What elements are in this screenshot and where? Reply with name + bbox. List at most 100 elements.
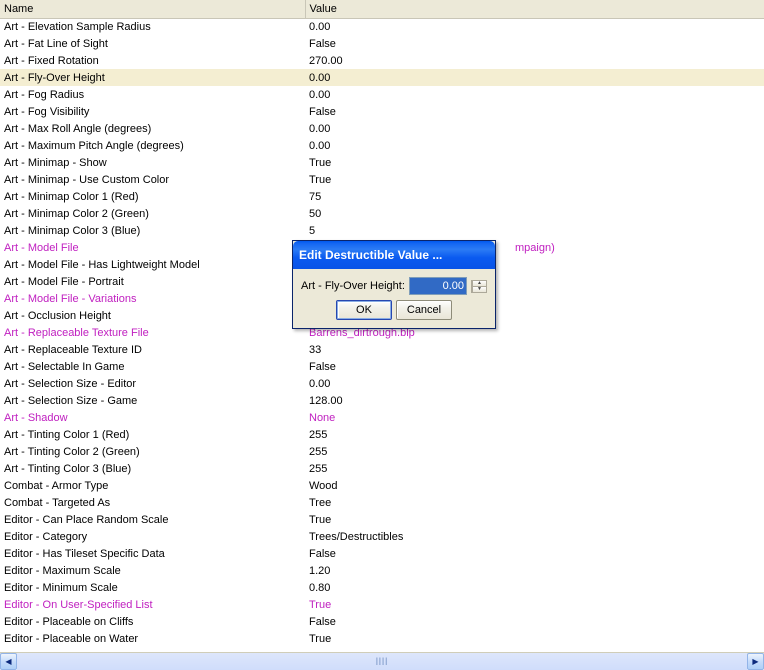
table-row[interactable]: Art - Minimap Color 2 (Green)50 (0, 205, 764, 222)
table-row[interactable]: Art - Minimap - ShowTrue (0, 154, 764, 171)
property-name-cell[interactable]: Editor - Has Tileset Specific Data (0, 545, 305, 562)
table-row[interactable]: Editor - Can Place Random ScaleTrue (0, 511, 764, 528)
table-row[interactable]: Art - Fog VisibilityFalse (0, 103, 764, 120)
property-value-cell[interactable]: 0.00 (305, 120, 764, 137)
value-input[interactable] (410, 278, 466, 294)
spinner-down-button[interactable]: ▼ (472, 286, 487, 293)
property-value-cell[interactable]: False (305, 358, 764, 375)
property-name-cell[interactable]: Editor - Minimum Scale (0, 579, 305, 596)
property-name-cell[interactable]: Art - Minimap Color 3 (Blue) (0, 222, 305, 239)
property-value-cell[interactable]: True (305, 154, 764, 171)
property-name-cell[interactable]: Art - Fat Line of Sight (0, 35, 305, 52)
property-value-cell[interactable]: True (305, 596, 764, 613)
property-name-cell[interactable]: Editor - Maximum Scale (0, 562, 305, 579)
property-value-cell[interactable]: False (305, 103, 764, 120)
table-row[interactable]: Art - Tinting Color 2 (Green)255 (0, 443, 764, 460)
property-name-cell[interactable]: Editor - Placeable on Water (0, 630, 305, 647)
property-name-cell[interactable]: Art - Max Roll Angle (degrees) (0, 120, 305, 137)
property-value-cell[interactable]: 0.00 (305, 86, 764, 103)
table-row[interactable]: Art - Replaceable Texture ID33 (0, 341, 764, 358)
property-name-cell[interactable]: Editor - Category (0, 528, 305, 545)
property-name-cell[interactable]: Art - Model File (0, 239, 305, 256)
property-name-cell[interactable]: Editor - On User-Specified List (0, 596, 305, 613)
column-header-name[interactable]: Name (0, 0, 305, 18)
property-name-cell[interactable]: Art - Replaceable Texture ID (0, 341, 305, 358)
dialog-titlebar[interactable]: Edit Destructible Value ... (293, 241, 495, 269)
table-row[interactable]: Editor - Has Tileset Specific DataFalse (0, 545, 764, 562)
property-value-cell[interactable]: 270.00 (305, 52, 764, 69)
property-name-cell[interactable]: Art - Minimap - Use Custom Color (0, 171, 305, 188)
scroll-left-arrow[interactable]: ◀ (0, 653, 17, 670)
table-row[interactable]: Editor - Maximum Scale1.20 (0, 562, 764, 579)
property-value-cell[interactable]: 128.00 (305, 392, 764, 409)
table-row[interactable]: Art - Minimap Color 1 (Red)75 (0, 188, 764, 205)
table-row[interactable]: Combat - Armor TypeWood (0, 477, 764, 494)
property-value-cell[interactable]: Tree (305, 494, 764, 511)
property-name-cell[interactable]: Art - Model File - Variations (0, 290, 305, 307)
property-value-cell[interactable]: True (305, 511, 764, 528)
property-value-cell[interactable]: 0.00 (305, 69, 764, 86)
property-name-cell[interactable]: Art - Minimap Color 1 (Red) (0, 188, 305, 205)
property-name-cell[interactable]: Art - Fog Radius (0, 86, 305, 103)
table-row[interactable]: Art - Tinting Color 1 (Red)255 (0, 426, 764, 443)
property-name-cell[interactable]: Art - Minimap - Show (0, 154, 305, 171)
property-value-cell[interactable]: Wood (305, 477, 764, 494)
property-value-cell[interactable]: 255 (305, 426, 764, 443)
property-value-cell[interactable]: False (305, 35, 764, 52)
table-row[interactable]: Art - ShadowNone (0, 409, 764, 426)
property-value-cell[interactable]: 0.80 (305, 579, 764, 596)
table-row[interactable]: Art - Fog Radius0.00 (0, 86, 764, 103)
property-value-cell[interactable]: False (305, 545, 764, 562)
property-name-cell[interactable]: Art - Tinting Color 1 (Red) (0, 426, 305, 443)
property-value-cell[interactable]: 0.00 (305, 137, 764, 154)
property-name-cell[interactable]: Art - Maximum Pitch Angle (degrees) (0, 137, 305, 154)
table-row[interactable]: Art - Minimap - Use Custom ColorTrue (0, 171, 764, 188)
property-value-cell[interactable]: False (305, 613, 764, 630)
property-value-cell[interactable]: True (305, 171, 764, 188)
table-row[interactable]: Art - Maximum Pitch Angle (degrees)0.00 (0, 137, 764, 154)
property-value-cell[interactable]: 75 (305, 188, 764, 205)
property-name-cell[interactable]: Art - Model File - Portrait (0, 273, 305, 290)
property-value-cell[interactable]: 1.20 (305, 562, 764, 579)
table-row[interactable]: Editor - On User-Specified ListTrue (0, 596, 764, 613)
property-value-cell[interactable]: 33 (305, 341, 764, 358)
table-row[interactable]: Editor - Placeable on WaterTrue (0, 630, 764, 647)
property-value-cell[interactable]: 5 (305, 222, 764, 239)
property-name-cell[interactable]: Art - Fixed Rotation (0, 52, 305, 69)
property-value-cell[interactable]: Trees/Destructibles (305, 528, 764, 545)
table-row[interactable]: Art - Selection Size - Game128.00 (0, 392, 764, 409)
property-name-cell[interactable]: Combat - Targeted As (0, 494, 305, 511)
table-row[interactable]: Combat - Targeted AsTree (0, 494, 764, 511)
table-row[interactable]: Editor - Placeable on CliffsFalse (0, 613, 764, 630)
property-value-cell[interactable]: None (305, 409, 764, 426)
table-row[interactable]: Editor - Minimum Scale0.80 (0, 579, 764, 596)
property-name-cell[interactable]: Combat - Armor Type (0, 477, 305, 494)
property-name-cell[interactable]: Art - Elevation Sample Radius (0, 18, 305, 35)
table-row[interactable]: Art - Fly-Over Height0.00 (0, 69, 764, 86)
ok-button[interactable]: OK (336, 300, 392, 320)
table-row[interactable]: Art - Max Roll Angle (degrees)0.00 (0, 120, 764, 137)
property-name-cell[interactable]: Editor - Placeable on Cliffs (0, 613, 305, 630)
table-row[interactable]: Art - Tinting Color 3 (Blue)255 (0, 460, 764, 477)
property-name-cell[interactable]: Art - Fog Visibility (0, 103, 305, 120)
property-name-cell[interactable]: Art - Occlusion Height (0, 307, 305, 324)
property-name-cell[interactable]: Art - Tinting Color 2 (Green) (0, 443, 305, 460)
cancel-button[interactable]: Cancel (396, 300, 452, 320)
property-value-cell[interactable]: 255 (305, 460, 764, 477)
scroll-right-arrow[interactable]: ▶ (747, 653, 764, 670)
property-name-cell[interactable]: Art - Tinting Color 3 (Blue) (0, 460, 305, 477)
scroll-track[interactable]: |||| (17, 653, 747, 670)
property-name-cell[interactable]: Art - Minimap Color 2 (Green) (0, 205, 305, 222)
table-row[interactable]: Editor - CategoryTrees/Destructibles (0, 528, 764, 545)
property-name-cell[interactable]: Editor - Can Place Random Scale (0, 511, 305, 528)
table-row[interactable]: Art - Fat Line of SightFalse (0, 35, 764, 52)
column-header-value[interactable]: Value (305, 0, 764, 18)
property-name-cell[interactable]: Art - Selection Size - Game (0, 392, 305, 409)
property-value-cell[interactable]: True (305, 630, 764, 647)
property-name-cell[interactable]: Art - Fly-Over Height (0, 69, 305, 86)
property-name-cell[interactable]: Art - Replaceable Texture File (0, 324, 305, 341)
table-row[interactable]: Art - Elevation Sample Radius0.00 (0, 18, 764, 35)
table-row[interactable]: Art - Selectable In GameFalse (0, 358, 764, 375)
property-name-cell[interactable]: Art - Model File - Has Lightweight Model (0, 256, 305, 273)
property-value-cell[interactable]: 255 (305, 443, 764, 460)
